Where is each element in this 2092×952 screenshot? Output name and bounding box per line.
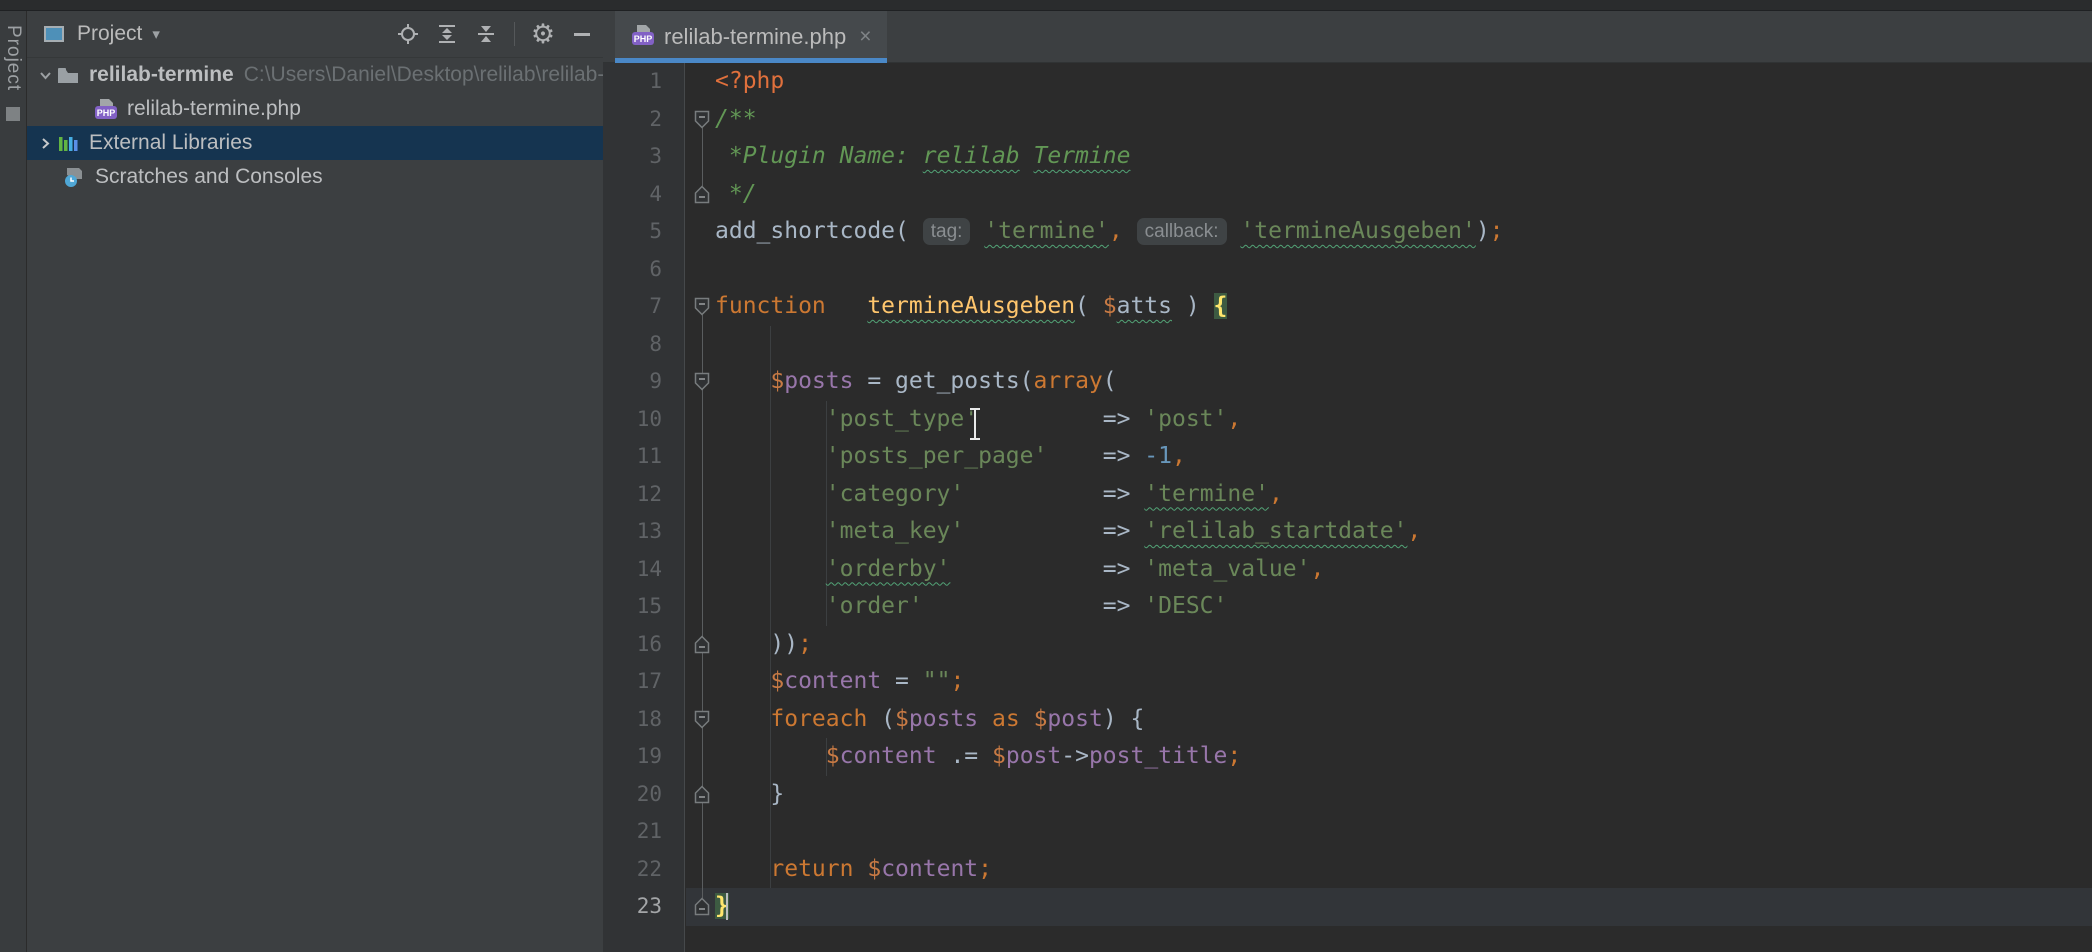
code-line-18[interactable]: foreach ($posts as $post) { (715, 701, 1144, 739)
libraries-icon (55, 131, 81, 155)
scratches-icon (61, 165, 87, 189)
line-number[interactable]: 23 (603, 888, 662, 926)
line-number[interactable]: 4 (603, 176, 662, 214)
project-panel-title[interactable]: Project (77, 22, 142, 46)
stripe-project-label[interactable]: Project (2, 25, 24, 91)
collapse-all-icon[interactable] (475, 23, 497, 45)
line-number[interactable]: 10 (603, 401, 662, 439)
line-number[interactable]: 6 (603, 251, 662, 289)
parameter-hint: callback: (1137, 218, 1227, 245)
project-tree: relilab-termine C:\Users\Daniel\Desktop\r… (27, 58, 603, 194)
tree-item-root[interactable]: relilab-termine C:\Users\Daniel\Desktop\r… (27, 58, 603, 92)
close-icon[interactable]: × (859, 25, 871, 49)
tree-item-path: C:\Users\Daniel\Desktop\relilab\relilab-… (244, 63, 603, 87)
project-panel-header: Project ▾ ⚙ (27, 11, 603, 58)
line-number[interactable]: 16 (603, 626, 662, 664)
line-number[interactable]: 8 (603, 326, 662, 364)
parameter-hint: tag: (923, 218, 971, 245)
tree-item-extlib[interactable]: External Libraries (27, 126, 603, 160)
toolbar-divider (514, 22, 515, 46)
svg-text:PHP: PHP (97, 108, 116, 118)
line-number[interactable]: 3 (603, 138, 662, 176)
chevron-down-icon[interactable] (35, 69, 55, 82)
code-line-14[interactable]: 'orderby' => 'meta_value', (715, 551, 1324, 589)
text-caret (726, 893, 728, 920)
fold-start-icon[interactable] (694, 297, 710, 316)
code-line-11[interactable]: 'posts_per_page' => -1, (715, 438, 1186, 476)
stripe-tool-icon[interactable] (6, 107, 20, 121)
tree-item-label: relilab-termine (89, 63, 234, 87)
line-number[interactable]: 1 (603, 63, 662, 101)
locate-icon[interactable] (397, 23, 419, 45)
fold-start-icon[interactable] (694, 710, 710, 729)
hide-panel-icon[interactable] (571, 23, 593, 45)
line-number[interactable]: 22 (603, 851, 662, 889)
php-file-icon: PHP (93, 97, 119, 121)
code-line-4[interactable]: */ (715, 176, 757, 214)
fold-start-icon[interactable] (694, 110, 710, 129)
expand-all-icon[interactable] (436, 23, 458, 45)
chevron-right-icon[interactable] (35, 137, 55, 150)
code-line-2[interactable]: /** (715, 101, 757, 139)
line-number[interactable]: 15 (603, 588, 662, 626)
tab-title: relilab-termine.php (664, 24, 846, 50)
code-line-1[interactable]: <?php (715, 63, 784, 101)
folder-icon (55, 63, 81, 87)
current-line-highlight (686, 888, 2092, 926)
tree-item-file[interactable]: PHP relilab-termine.php (27, 92, 603, 126)
line-number[interactable]: 7 (603, 288, 662, 326)
line-number[interactable]: 21 (603, 813, 662, 851)
project-view-icon (43, 23, 65, 45)
line-number[interactable]: 14 (603, 551, 662, 589)
code-line-5[interactable]: add_shortcode( tag: 'termine', callback:… (715, 213, 1504, 251)
fold-region-line (702, 728, 703, 786)
fold-start-icon[interactable] (694, 372, 710, 391)
fold-end-icon[interactable] (694, 785, 710, 804)
tool-window-stripe[interactable]: Project (0, 11, 27, 952)
line-number[interactable]: 9 (603, 363, 662, 401)
line-number[interactable]: 5 (603, 213, 662, 251)
fold-end-icon[interactable] (694, 185, 710, 204)
project-panel: Project ▾ ⚙ relilab-termine C:\Users\Dani… (27, 11, 603, 952)
code-line-13[interactable]: 'meta_key' => 'relilab_startdate', (715, 513, 1421, 551)
code-line-19[interactable]: $content .= $post->post_title; (715, 738, 1241, 776)
code-line-20[interactable]: } (715, 776, 784, 814)
mouse-ibeam-cursor (964, 406, 986, 447)
line-number[interactable]: 17 (603, 663, 662, 701)
fold-region-line (702, 390, 703, 636)
php-file-icon: PHP (631, 24, 655, 51)
tree-item-label: relilab-termine.php (127, 97, 301, 121)
code-line-16[interactable]: )); (715, 626, 812, 664)
code-line-22[interactable]: return $content; (715, 851, 992, 889)
window-top-strip (0, 0, 2092, 11)
line-number[interactable]: 18 (603, 701, 662, 739)
chevron-down-icon[interactable]: ▾ (152, 25, 160, 43)
fold-region-line (702, 128, 703, 186)
tree-item-label: External Libraries (89, 131, 252, 155)
editor-tab-bar: PHP relilab-termine.php × (603, 11, 2092, 63)
editor-area: PHP relilab-termine.php × 12345678910111… (603, 11, 2092, 952)
code-line-15[interactable]: 'order' => 'DESC' (715, 588, 1227, 626)
line-number[interactable]: 12 (603, 476, 662, 514)
code-line-3[interactable]: *Plugin Name: relilab Termine (715, 138, 1130, 176)
code-line-7[interactable]: function termineAusgeben( $atts ) { (715, 288, 1227, 326)
svg-text:PHP: PHP (634, 34, 653, 44)
line-number[interactable]: 2 (603, 101, 662, 139)
fold-end-icon[interactable] (694, 635, 710, 654)
code-line-17[interactable]: $content = ""; (715, 663, 964, 701)
tree-item-scratch[interactable]: Scratches and Consoles (27, 160, 603, 194)
settings-gear-icon[interactable]: ⚙ (532, 23, 554, 45)
tab-relilab-termine-php[interactable]: PHP relilab-termine.php × (615, 11, 887, 63)
line-number[interactable]: 20 (603, 776, 662, 814)
tree-item-label: Scratches and Consoles (95, 165, 323, 189)
line-number[interactable]: 11 (603, 438, 662, 476)
editor-body[interactable]: 1234567891011121314151617181920212223 <?… (603, 63, 2092, 952)
editor-gutter[interactable]: 1234567891011121314151617181920212223 (603, 63, 685, 952)
code-line-12[interactable]: 'category' => 'termine', (715, 476, 1283, 514)
code-line-9[interactable]: $posts = get_posts(array( (715, 363, 1117, 401)
line-number[interactable]: 13 (603, 513, 662, 551)
line-number[interactable]: 19 (603, 738, 662, 776)
fold-end-icon[interactable] (694, 897, 710, 916)
